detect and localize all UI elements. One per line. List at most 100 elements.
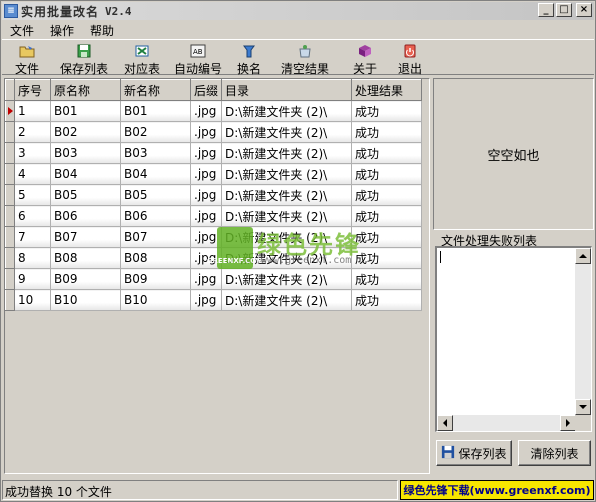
cell-original-name[interactable]: B10 bbox=[50, 289, 121, 311]
toolbar-autonumber-button[interactable]: AB 自动编号 bbox=[168, 40, 228, 76]
cell-directory[interactable]: D:\新建文件夹 (2)\ bbox=[221, 226, 353, 248]
row-indicator[interactable] bbox=[5, 142, 15, 164]
cell-index[interactable]: 7 bbox=[14, 226, 51, 248]
scroll-up-button[interactable] bbox=[575, 248, 591, 264]
column-header-directory[interactable]: 目录 bbox=[221, 79, 353, 101]
cell-new-name[interactable]: B04 bbox=[120, 163, 191, 185]
row-indicator[interactable] bbox=[5, 289, 15, 311]
cell-new-name[interactable]: B10 bbox=[120, 289, 191, 311]
cell-extension[interactable]: .jpg bbox=[190, 247, 223, 269]
minimize-button[interactable]: _ bbox=[538, 3, 554, 17]
cell-new-name[interactable]: B07 bbox=[120, 226, 191, 248]
cell-directory[interactable]: D:\新建文件夹 (2)\ bbox=[221, 121, 353, 143]
cell-new-name[interactable]: B09 bbox=[120, 268, 191, 290]
row-indicator[interactable] bbox=[5, 205, 15, 227]
cell-index[interactable]: 6 bbox=[14, 205, 51, 227]
save-list-button[interactable]: 保存列表 bbox=[436, 440, 512, 466]
cell-new-name[interactable]: B06 bbox=[120, 205, 191, 227]
toolbar-file-button[interactable]: 文件 bbox=[2, 40, 52, 76]
vertical-scrollbar[interactable] bbox=[575, 248, 591, 415]
cell-index[interactable]: 10 bbox=[14, 289, 51, 311]
close-button[interactable]: × bbox=[576, 3, 592, 17]
table-row[interactable]: 2 B02 B02 .jpg D:\新建文件夹 (2)\ 成功 bbox=[5, 121, 423, 143]
column-header-original-name[interactable]: 原名称 bbox=[50, 79, 121, 101]
cell-result[interactable]: 成功 bbox=[351, 247, 423, 269]
cell-directory[interactable]: D:\新建文件夹 (2)\ bbox=[221, 163, 353, 185]
column-header-index[interactable]: 序号 bbox=[14, 79, 51, 101]
cell-new-name[interactable]: B05 bbox=[120, 184, 191, 206]
cell-extension[interactable]: .jpg bbox=[190, 121, 223, 143]
cell-new-name[interactable]: B02 bbox=[120, 121, 191, 143]
cell-extension[interactable]: .jpg bbox=[190, 268, 223, 290]
cell-extension[interactable]: .jpg bbox=[190, 184, 223, 206]
scroll-right-button[interactable] bbox=[560, 415, 576, 431]
table-row[interactable]: 9 B09 B09 .jpg D:\新建文件夹 (2)\ 成功 bbox=[5, 268, 423, 290]
table-row[interactable]: 4 B04 B04 .jpg D:\新建文件夹 (2)\ 成功 bbox=[5, 163, 423, 185]
cell-original-name[interactable]: B04 bbox=[50, 163, 121, 185]
cell-new-name[interactable]: B01 bbox=[120, 100, 191, 122]
cell-result[interactable]: 成功 bbox=[351, 184, 423, 206]
column-header-result[interactable]: 处理结果 bbox=[351, 79, 423, 101]
toolbar-save-list-button[interactable]: 保存列表 bbox=[52, 40, 116, 76]
toolbar-about-button[interactable]: 关于 bbox=[340, 40, 390, 76]
table-row[interactable]: 10 B10 B10 .jpg D:\新建文件夹 (2)\ 成功 bbox=[5, 289, 423, 311]
cell-directory[interactable]: D:\新建文件夹 (2)\ bbox=[221, 268, 353, 290]
cell-index[interactable]: 8 bbox=[14, 247, 51, 269]
title-bar[interactable]: ≡ 实用批量改名 V2.4 _ □ × bbox=[2, 2, 594, 20]
download-banner[interactable]: 绿色先锋下载(www.greenxf.com) bbox=[400, 480, 594, 500]
cell-original-name[interactable]: B07 bbox=[50, 226, 121, 248]
cell-result[interactable]: 成功 bbox=[351, 226, 423, 248]
cell-new-name[interactable]: B03 bbox=[120, 142, 191, 164]
scroll-down-button[interactable] bbox=[575, 399, 591, 415]
cell-extension[interactable]: .jpg bbox=[190, 289, 223, 311]
cell-result[interactable]: 成功 bbox=[351, 121, 423, 143]
cell-result[interactable]: 成功 bbox=[351, 100, 423, 122]
cell-result[interactable]: 成功 bbox=[351, 289, 423, 311]
menu-operate[interactable]: 操作 bbox=[42, 21, 82, 39]
toolbar-exit-button[interactable]: 退出 bbox=[390, 40, 430, 76]
cell-index[interactable]: 5 bbox=[14, 184, 51, 206]
cell-directory[interactable]: D:\新建文件夹 (2)\ bbox=[221, 184, 353, 206]
row-indicator[interactable] bbox=[5, 226, 15, 248]
fail-list-box[interactable] bbox=[435, 246, 592, 432]
cell-directory[interactable]: D:\新建文件夹 (2)\ bbox=[221, 100, 353, 122]
horizontal-scrollbar[interactable] bbox=[437, 415, 576, 431]
cell-new-name[interactable]: B08 bbox=[120, 247, 191, 269]
table-row[interactable]: 1 B01 B01 .jpg D:\新建文件夹 (2)\ 成功 bbox=[5, 100, 423, 122]
cell-original-name[interactable]: B08 bbox=[50, 247, 121, 269]
toolbar-mapping-button[interactable]: 对应表 bbox=[116, 40, 168, 76]
cell-result[interactable]: 成功 bbox=[351, 163, 423, 185]
clear-list-button[interactable]: 清除列表 bbox=[518, 440, 591, 466]
cell-original-name[interactable]: B03 bbox=[50, 142, 121, 164]
cell-result[interactable]: 成功 bbox=[351, 142, 423, 164]
toolbar-clear-results-button[interactable]: 清空结果 bbox=[270, 40, 340, 76]
table-row[interactable]: 5 B05 B05 .jpg D:\新建文件夹 (2)\ 成功 bbox=[5, 184, 423, 206]
cell-directory[interactable]: D:\新建文件夹 (2)\ bbox=[221, 289, 353, 311]
row-indicator[interactable] bbox=[5, 268, 15, 290]
table-row[interactable]: 8 B08 B08 .jpg D:\新建文件夹 (2)\ 成功 bbox=[5, 247, 423, 269]
menu-help[interactable]: 帮助 bbox=[82, 21, 122, 39]
file-grid[interactable]: 序号 原名称 新名称 后缀 目录 处理结果 1 B01 B01 .jpg D:\新建文件… bbox=[4, 78, 430, 474]
table-row[interactable]: 7 B07 B07 .jpg D:\新建文件夹 (2)\ 成功 bbox=[5, 226, 423, 248]
cell-original-name[interactable]: B09 bbox=[50, 268, 121, 290]
cell-index[interactable]: 3 bbox=[14, 142, 51, 164]
cell-result[interactable]: 成功 bbox=[351, 205, 423, 227]
column-header-new-name[interactable]: 新名称 bbox=[120, 79, 191, 101]
cell-original-name[interactable]: B02 bbox=[50, 121, 121, 143]
toolbar-rename-button[interactable]: 换名 bbox=[228, 40, 270, 76]
row-indicator[interactable] bbox=[5, 100, 15, 122]
cell-extension[interactable]: .jpg bbox=[190, 226, 223, 248]
cell-index[interactable]: 2 bbox=[14, 121, 51, 143]
cell-directory[interactable]: D:\新建文件夹 (2)\ bbox=[221, 142, 353, 164]
cell-extension[interactable]: .jpg bbox=[190, 100, 223, 122]
table-row[interactable]: 6 B06 B06 .jpg D:\新建文件夹 (2)\ 成功 bbox=[5, 205, 423, 227]
cell-original-name[interactable]: B01 bbox=[50, 100, 121, 122]
row-indicator[interactable] bbox=[5, 163, 15, 185]
row-indicator[interactable] bbox=[5, 121, 15, 143]
cell-index[interactable]: 1 bbox=[14, 100, 51, 122]
row-indicator[interactable] bbox=[5, 247, 15, 269]
table-row[interactable]: 3 B03 B03 .jpg D:\新建文件夹 (2)\ 成功 bbox=[5, 142, 423, 164]
cell-index[interactable]: 9 bbox=[14, 268, 51, 290]
scroll-left-button[interactable] bbox=[437, 415, 453, 431]
cell-result[interactable]: 成功 bbox=[351, 268, 423, 290]
